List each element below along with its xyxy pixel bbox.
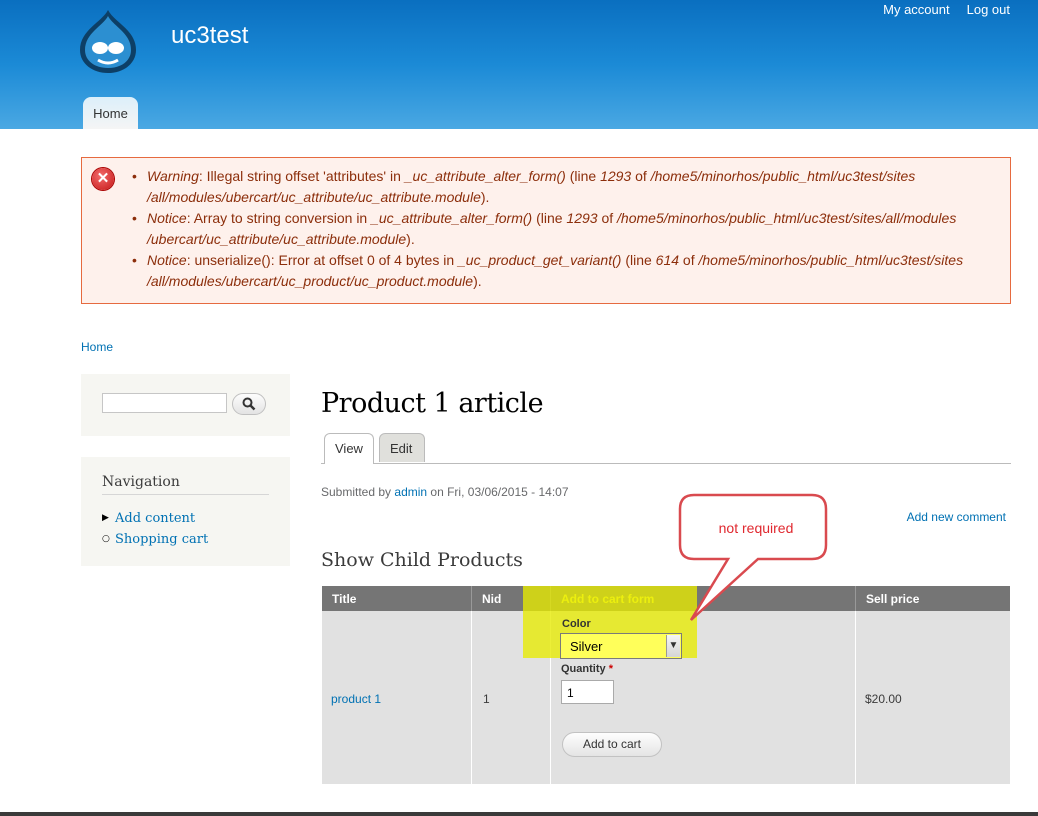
error-message: Notice: unserialize(): Error at offset 0… xyxy=(132,250,980,292)
tab-view[interactable]: View xyxy=(324,433,374,464)
footer-divider xyxy=(0,812,1038,816)
chevron-down-icon[interactable]: ▼ xyxy=(666,635,680,657)
error-message-part: 1293 xyxy=(566,210,598,226)
col-sell-price-header: Sell price xyxy=(866,592,920,606)
arrow-right-icon: ▶ xyxy=(102,513,109,523)
add-new-comment-link[interactable]: Add new comment xyxy=(907,510,1006,524)
error-list: Warning: Illegal string offset 'attribut… xyxy=(132,166,980,292)
color-selected-value: Silver xyxy=(570,639,603,654)
error-message-part: of xyxy=(631,168,651,184)
error-message-part: _uc_attribute_alter_form() xyxy=(404,168,566,184)
required-mark: * xyxy=(608,663,613,675)
circle-bullet-icon: ○ xyxy=(102,534,110,544)
child-products-title: Show Child Products xyxy=(321,549,523,571)
error-message-part: : Array to string conversion in xyxy=(186,210,372,226)
tab-edit[interactable]: Edit xyxy=(379,433,425,462)
author-link[interactable]: admin xyxy=(394,485,427,499)
error-message: Notice: Array to string conversion in _u… xyxy=(132,208,980,250)
drupal-logo[interactable] xyxy=(78,8,138,74)
navigation-block: Navigation ▶ Add content ○ Shopping cart xyxy=(81,457,290,566)
search-block xyxy=(81,374,290,436)
local-tabs: View Edit xyxy=(321,433,1011,464)
nav-item-add-content[interactable]: ▶ Add content xyxy=(102,508,208,529)
add-to-cart-button[interactable]: Add to cart xyxy=(562,732,662,757)
cell-title: product 1 xyxy=(322,611,472,784)
callout-text: not required xyxy=(718,520,794,536)
cell-sell-price: $20.00 xyxy=(856,611,1010,784)
my-account-link[interactable]: My account xyxy=(883,2,949,17)
error-message-part: Notice xyxy=(147,252,187,268)
sell-price: $20.00 xyxy=(865,692,902,706)
error-message-part: of xyxy=(679,252,699,268)
color-select[interactable]: Silver ▼ xyxy=(560,633,682,659)
submitted-date: on Fri, 03/06/2015 - 14:07 xyxy=(430,485,569,499)
col-title-header: Title xyxy=(322,586,472,611)
nav-item-shopping-cart[interactable]: ○ Shopping cart xyxy=(102,529,208,550)
site-name[interactable]: uc3test xyxy=(171,22,248,50)
secondary-menu: My account Log out xyxy=(883,2,1010,17)
color-label: Color xyxy=(562,618,591,630)
error-message-part: Notice xyxy=(147,210,187,226)
error-message-part: 1293 xyxy=(600,168,632,184)
error-message-part: : Illegal string offset 'attributes' in xyxy=(198,168,405,184)
error-message-part: ). xyxy=(406,231,415,247)
error-message-part: ). xyxy=(480,189,490,205)
error-message-part: Warning xyxy=(147,168,199,184)
search-icon xyxy=(242,397,256,411)
error-message-part: ). xyxy=(473,273,482,289)
error-message-part: (line xyxy=(532,210,567,226)
navigation-menu: ▶ Add content ○ Shopping cart xyxy=(102,508,208,550)
nav-item-label[interactable]: Add content xyxy=(115,511,195,526)
error-message-part: : unserialize(): Error at offset 0 of 4 … xyxy=(186,252,458,268)
page-title: Product 1 article xyxy=(321,388,544,419)
callout-annotation xyxy=(678,493,828,621)
error-message-part: (line xyxy=(621,252,656,268)
submitted-prefix: Submitted by xyxy=(321,485,392,499)
error-message-part: of xyxy=(597,210,618,226)
error-message-part: (line xyxy=(565,168,601,184)
nav-item-label[interactable]: Shopping cart xyxy=(115,532,208,547)
navigation-title: Navigation xyxy=(102,474,269,495)
log-out-link[interactable]: Log out xyxy=(967,2,1010,17)
quantity-label: Quantity * xyxy=(561,663,613,675)
search-button[interactable] xyxy=(232,393,266,415)
main-menu-home-tab[interactable]: Home xyxy=(83,97,138,129)
error-messages: ✕ Warning: Illegal string offset 'attrib… xyxy=(81,157,1011,304)
error-icon: ✕ xyxy=(92,168,114,190)
error-message-part: _uc_attribute_alter_form() xyxy=(371,210,533,226)
quantity-input[interactable]: 1 xyxy=(561,680,614,704)
product-nid: 1 xyxy=(483,692,490,706)
error-message-part: 614 xyxy=(655,252,680,268)
quantity-label-text: Quantity xyxy=(561,663,606,675)
site-header: uc3test My account Log out Home xyxy=(0,0,1038,129)
error-message: Warning: Illegal string offset 'attribut… xyxy=(132,166,980,208)
search-input[interactable] xyxy=(102,393,227,413)
product-title-link[interactable]: product 1 xyxy=(331,692,381,706)
error-message-part: _uc_product_get_variant() xyxy=(458,252,622,268)
breadcrumb-home[interactable]: Home xyxy=(81,340,113,354)
submitted-info: Submitted by admin on Fri, 03/06/2015 - … xyxy=(321,485,569,499)
